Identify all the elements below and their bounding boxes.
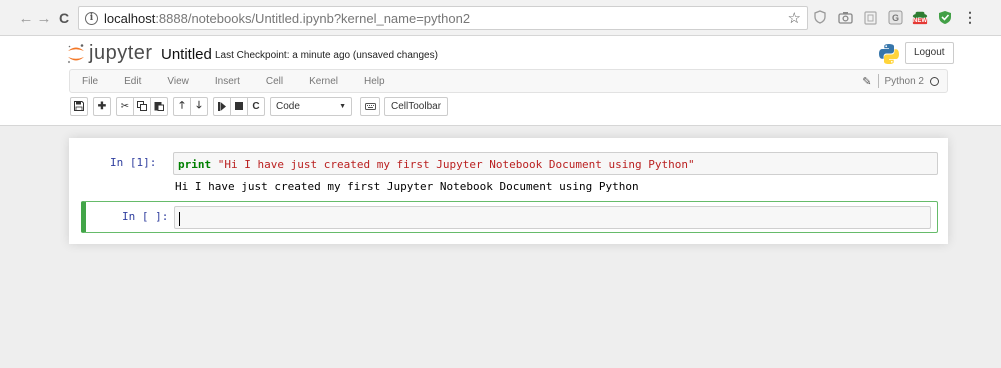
url-path: :8888/notebooks/Untitled.ipynb?kernel_na… (155, 10, 471, 26)
address-bar[interactable]: i localhost:8888/notebooks/Untitled.ipyn… (78, 6, 808, 30)
menu-file[interactable]: File (82, 76, 98, 87)
notebook-header: jupyter Untitled Last Checkpoint: a minu… (0, 36, 1001, 126)
string-literal: "Hi I have just created my first Jupyter… (217, 158, 695, 171)
input-prompt-2: In [ ]: (122, 210, 169, 223)
kernel-name: Python 2 (884, 75, 924, 87)
copy-icon (137, 101, 147, 111)
save-button[interactable] (70, 96, 88, 116)
stop-icon (235, 102, 243, 110)
notebook-container: In [1]: print "Hi I have just created my… (69, 138, 948, 244)
extensions: G NEW ⋮ (812, 9, 978, 25)
menu-kebab-icon[interactable]: ⋮ (962, 9, 978, 25)
back-icon[interactable]: ← (16, 8, 36, 28)
run-cell-button[interactable] (213, 96, 231, 116)
code-cell-2[interactable]: In [ ]: (81, 201, 938, 233)
forward-icon[interactable]: → (34, 8, 54, 28)
pencil-icon[interactable]: ✎ (862, 75, 871, 88)
notebook-title[interactable]: Untitled (161, 46, 212, 63)
print-keyword: print (178, 158, 212, 171)
cut-icon: ✂ (120, 100, 130, 112)
code-cell-1[interactable]: In [1]: print "Hi I have just created my… (81, 150, 938, 202)
copy-button[interactable] (133, 96, 151, 116)
code-input-1[interactable]: print "Hi I have just created my first J… (173, 152, 938, 175)
arrow-up-icon: 🡑 (179, 99, 185, 111)
interrupt-button[interactable] (230, 96, 248, 116)
insert-cell-button[interactable]: ✚ (93, 96, 111, 116)
python-logo-icon (878, 43, 900, 70)
jupyter-wordmark: jupyter (89, 42, 153, 64)
svg-text:G: G (891, 13, 898, 23)
paste-icon (154, 102, 164, 111)
info-icon[interactable]: i (85, 11, 98, 25)
kernel-idle-icon (930, 76, 939, 86)
restart-icon: C (252, 100, 260, 112)
move-down-button[interactable]: 🡓 (190, 96, 208, 116)
command-palette-button[interactable] (360, 96, 380, 116)
menu-bar: File Edit View Insert Cell Kernel Help ✎… (69, 69, 948, 93)
restart-button[interactable]: C (247, 96, 265, 116)
menu-view[interactable]: View (167, 76, 189, 87)
cut-button[interactable]: ✂ (116, 96, 134, 116)
menu-edit[interactable]: Edit (124, 76, 141, 87)
kernel-indicator: ✎ Python 2 (862, 74, 939, 88)
plus-icon: ✚ (97, 100, 107, 112)
menu-help[interactable]: Help (364, 76, 385, 87)
cell-type-value: Code (276, 100, 300, 112)
jupyter-logo-icon (67, 43, 84, 63)
menu-cell[interactable]: Cell (266, 76, 283, 87)
vpn-shield-icon[interactable] (937, 9, 953, 25)
separator (877, 74, 879, 88)
menu-kernel[interactable]: Kernel (309, 76, 338, 87)
chevron-down-icon: ▼ (339, 102, 346, 110)
jupyter-logo[interactable]: jupyter (66, 42, 153, 65)
keyboard-icon (364, 102, 376, 110)
move-up-button[interactable]: 🡑 (173, 96, 191, 116)
g-ext-icon[interactable]: G (887, 9, 903, 25)
checkpoint-status: Last Checkpoint: a minute ago (unsaved c… (215, 50, 438, 61)
new-badge: NEW (913, 18, 927, 24)
shield-ext-icon[interactable] (812, 9, 828, 25)
step-forward-icon (217, 101, 226, 111)
cell-output-1: Hi I have just created my first Jupyter … (175, 180, 639, 193)
cell-type-select[interactable]: Code ▼ (270, 96, 352, 116)
logout-button[interactable]: Logout (905, 42, 954, 64)
camera-ext-icon[interactable] (837, 9, 853, 25)
star-icon[interactable]: ☆ (788, 9, 801, 27)
browser-toolbar: ← → C i localhost:8888/notebooks/Untitle… (0, 0, 1001, 36)
arrow-down-icon: 🡓 (196, 99, 202, 111)
notebook-toolbar: ✚ ✂ 🡑 🡓 C Code ▼ CellToolbar (70, 96, 449, 116)
save-icon (74, 101, 84, 111)
clipboard-ext-icon[interactable] (862, 9, 878, 25)
celltoolbar-button[interactable]: CellToolbar (384, 96, 449, 116)
text-cursor (179, 212, 180, 226)
input-prompt-1: In [1]: (110, 156, 157, 169)
code-input-2[interactable] (174, 206, 931, 229)
url-host: localhost (104, 10, 156, 26)
menu-insert[interactable]: Insert (215, 76, 240, 87)
reload-icon[interactable]: C (54, 8, 74, 28)
incognito-ext-icon[interactable]: NEW (912, 9, 928, 25)
paste-button[interactable] (150, 96, 168, 116)
